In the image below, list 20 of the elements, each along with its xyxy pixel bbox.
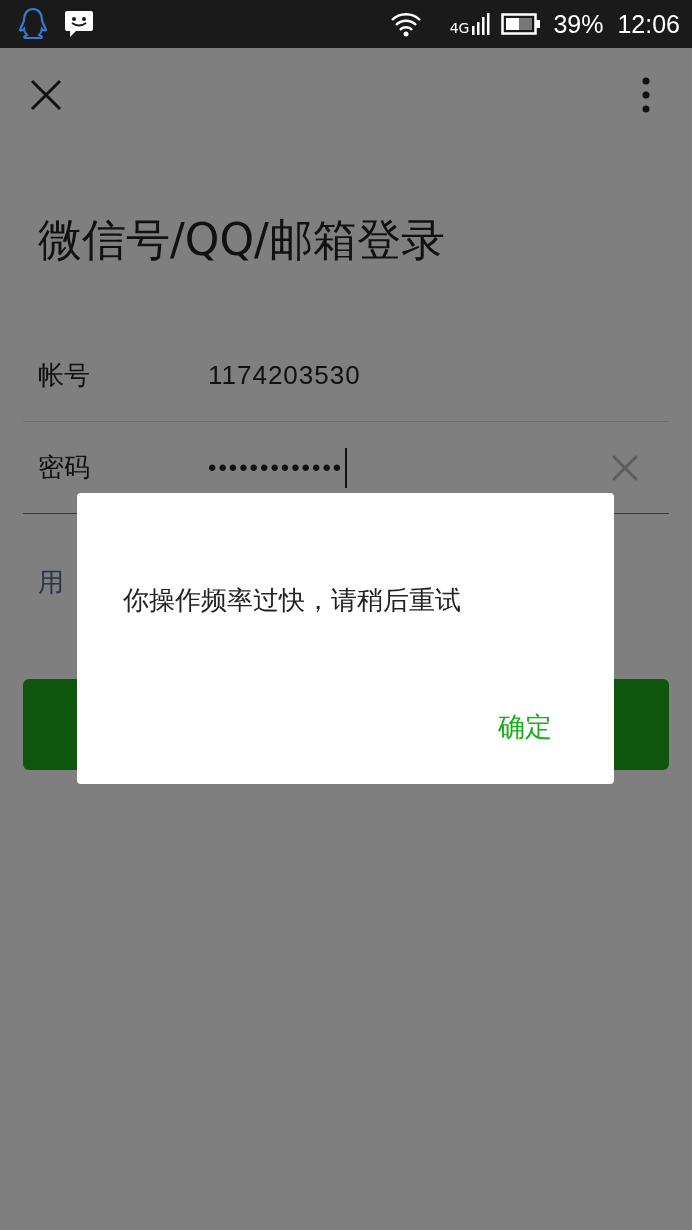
close-icon[interactable] — [30, 79, 62, 111]
field-label: 密码 — [38, 451, 91, 484]
text-cursor — [345, 447, 348, 488]
wifi-icon — [389, 11, 422, 37]
battery-percentage: 39% — [553, 9, 604, 39]
penguin-icon — [18, 7, 48, 41]
alt-login-link[interactable]: 用 — [38, 564, 64, 600]
field-label: 帐号 — [38, 359, 91, 392]
clock-time: 12:06 — [617, 9, 680, 39]
field-value: ••••••••••••• — [208, 453, 344, 482]
chat-icon — [64, 10, 94, 38]
more-icon[interactable] — [642, 77, 650, 113]
signal-icon — [471, 12, 492, 36]
network-type: 4G — [449, 20, 470, 36]
battery-icon — [501, 13, 542, 35]
field-value: 1174203530 — [208, 360, 361, 391]
confirm-button[interactable]: 确定 — [498, 709, 552, 745]
page-title: 微信号/QQ/邮箱登录 — [38, 213, 446, 267]
input-row[interactable]: 帐号 1174203530 — [23, 330, 669, 422]
dialog-message: 你操作频率过快，请稍后重试 — [123, 584, 462, 617]
